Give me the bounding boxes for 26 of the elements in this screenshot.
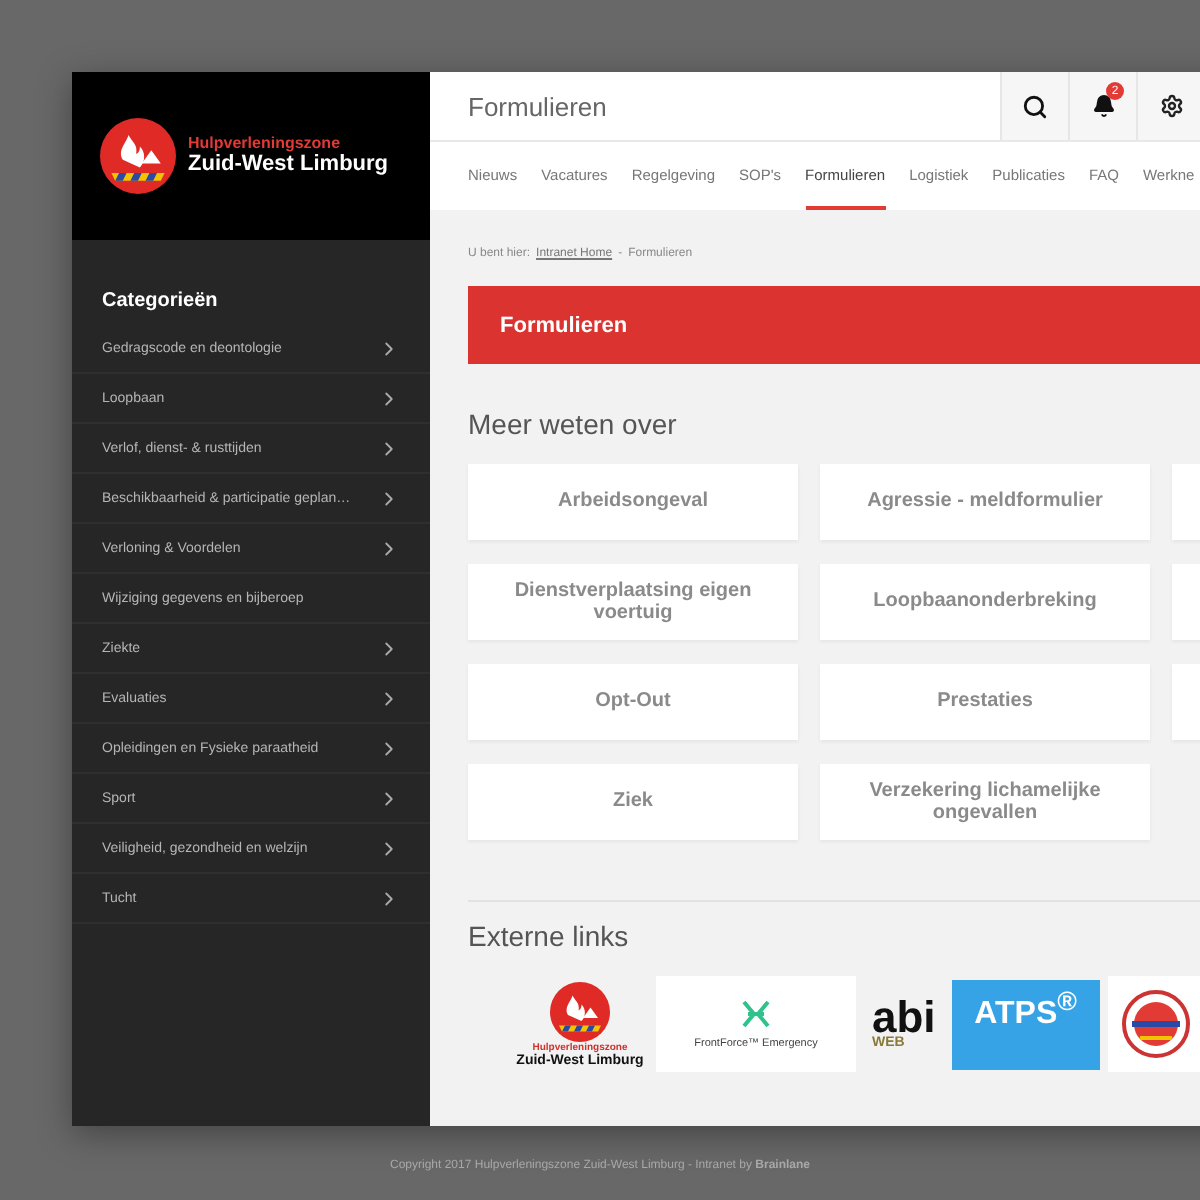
page-banner: Formulieren [468, 286, 1200, 364]
form-link-card[interactable]: Loopbaanonderbreking [820, 564, 1150, 640]
form-link-card[interactable]: Agressie - meldformulier [820, 464, 1150, 540]
section-heading: Externe links [468, 920, 631, 952]
logo-title: Hulpverleningszone [188, 134, 343, 153]
atps-logo-link[interactable]: ATPS$^{®}$ [951, 979, 1100, 1069]
settings-icon [1159, 94, 1183, 118]
form-link-card[interactable]: Verzekering lichamelijke ongevallen [820, 764, 1150, 840]
round-badge-logo-link[interactable] [1107, 976, 1200, 1072]
settings-button[interactable] [1136, 72, 1200, 140]
form-link-card[interactable]: Arbeidsongeval [468, 464, 798, 540]
cross-arrows-icon [740, 998, 772, 1030]
fire-logo-icon [100, 118, 176, 194]
form-link-card[interactable]: Opt-Out [468, 664, 798, 740]
round-emblem-icon [1121, 990, 1190, 1058]
section-heading: Meer weten over [468, 408, 679, 440]
form-link-card[interactable]: Prestaties [820, 664, 1150, 740]
logo-subtitle: Zuid-West Limburg [188, 152, 389, 178]
search-icon [1022, 93, 1048, 119]
fire-logo-icon [550, 981, 610, 1041]
bell-icon [1091, 94, 1115, 118]
page-title: Formulieren [466, 89, 609, 125]
form-link-card[interactable]: Dienstverplaatsing eigen voertuig [468, 564, 798, 640]
search-button[interactable] [1000, 72, 1068, 140]
sidebar-heading: Categorieën [100, 288, 220, 316]
form-link-card[interactable]: Ziek [468, 764, 798, 840]
